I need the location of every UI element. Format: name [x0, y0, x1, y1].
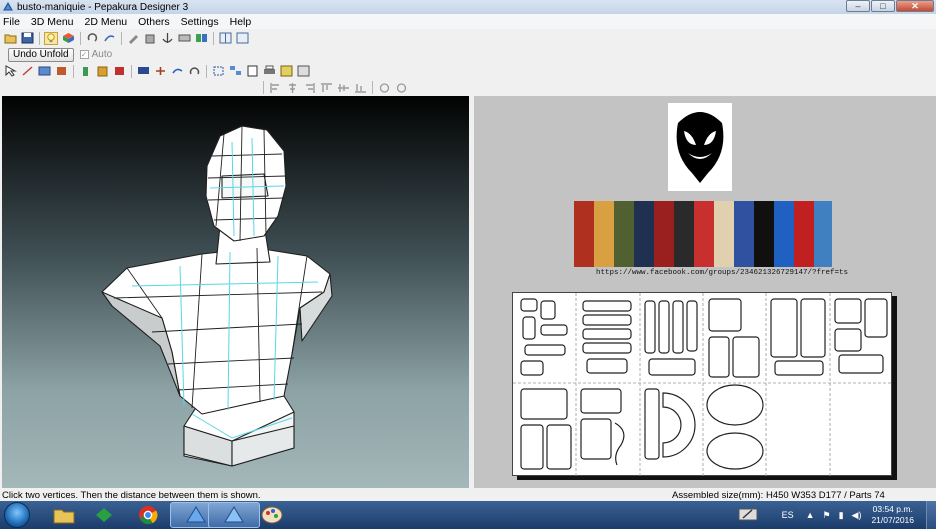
tray-expand-icon[interactable]: ▲: [806, 510, 815, 520]
language-indicator[interactable]: ES: [782, 510, 794, 520]
rotate-right-icon[interactable]: [394, 81, 408, 94]
bottle-icon[interactable]: [78, 65, 92, 78]
auto-checkbox[interactable]: ✓ Auto: [79, 49, 113, 60]
close-button[interactable]: ✕: [896, 0, 934, 12]
pdf-icon[interactable]: [296, 65, 310, 78]
bust-mesh[interactable]: [2, 96, 469, 488]
print-icon[interactable]: [262, 65, 276, 78]
align-top-icon[interactable]: [319, 81, 333, 94]
status-hint: Click two vertices. Then the distance be…: [2, 489, 261, 501]
start-button[interactable]: [4, 502, 30, 528]
layout-icon[interactable]: [279, 65, 293, 78]
book-icon[interactable]: [95, 65, 109, 78]
open-icon[interactable]: [3, 32, 17, 45]
flag-tray-icon[interactable]: ⚑: [823, 510, 831, 521]
pen-tray-icon[interactable]: [738, 506, 758, 524]
rotate-icon[interactable]: [85, 32, 99, 45]
maximize-button[interactable]: □: [871, 0, 895, 12]
menu-file[interactable]: File: [3, 16, 20, 28]
page-icon[interactable]: [245, 65, 259, 78]
clock-time: 03:54 p.m.: [872, 504, 913, 514]
assembled-size: Assembled size(mm): H450 W353 D177 / Par…: [672, 489, 885, 501]
venom-logo-image: [668, 103, 732, 191]
paint-icon[interactable]: [54, 65, 68, 78]
system-tray: ES ▲ ⚑ ▮ ◀) 03:54 p.m. 21/07/2016: [738, 501, 936, 529]
arrange-icon[interactable]: [228, 65, 242, 78]
undo-unfold-button[interactable]: Undo Unfold: [8, 47, 74, 62]
checkmark-icon: ✓: [79, 50, 89, 59]
volume-tray-icon[interactable]: ◀): [852, 510, 862, 521]
align-left-icon[interactable]: [268, 81, 282, 94]
2d-view[interactable]: https://www.facebook.com/groups/23462132…: [474, 96, 936, 488]
minimize-button[interactable]: –: [846, 0, 870, 12]
pepakura-app-icon: [3, 1, 13, 12]
save-icon[interactable]: [20, 32, 34, 45]
paper-sheet[interactable]: [512, 292, 893, 477]
cosplay-banner-image: [574, 201, 832, 267]
split-view-icon[interactable]: [218, 32, 232, 45]
title-bar: busto-maniquie - Pepakura Designer 3 – □…: [0, 0, 936, 14]
menu-3d[interactable]: 3D Menu: [31, 16, 74, 28]
monitor-icon[interactable]: [136, 65, 150, 78]
main-toolbar: [0, 30, 936, 46]
clock-date: 21/07/2016: [871, 515, 914, 525]
status-bar: Click two vertices. Then the distance be…: [0, 489, 936, 501]
image-icon[interactable]: [37, 65, 51, 78]
select-icon[interactable]: [3, 65, 17, 78]
single-view-icon[interactable]: [235, 32, 249, 45]
taskbar: ES ▲ ⚑ ▮ ◀) 03:54 p.m. 21/07/2016: [0, 501, 936, 529]
ruler-icon[interactable]: [177, 32, 191, 45]
rotate-2d-icon[interactable]: [187, 65, 201, 78]
edit-toolbar: [0, 63, 936, 79]
pen-icon[interactable]: [126, 32, 140, 45]
flag-icon[interactable]: [112, 65, 126, 78]
lightbulb-icon[interactable]: [44, 31, 58, 45]
bucket-icon[interactable]: [143, 32, 157, 45]
redo-icon[interactable]: [170, 65, 184, 78]
texture-icon[interactable]: [61, 32, 75, 45]
clock[interactable]: 03:54 p.m. 21/07/2016: [871, 504, 914, 526]
unfold-icon[interactable]: [102, 32, 116, 45]
unfold-toolbar: Undo Unfold ✓ Auto: [0, 46, 936, 63]
join-icon[interactable]: [194, 32, 208, 45]
menu-settings[interactable]: Settings: [181, 16, 219, 28]
align-center-icon[interactable]: [285, 81, 299, 94]
menu-help[interactable]: Help: [230, 16, 252, 28]
edge-tool-icon[interactable]: [20, 65, 34, 78]
facebook-url-text: https://www.facebook.com/groups/23462132…: [596, 269, 849, 277]
window-title: busto-maniquie - Pepakura Designer 3: [17, 1, 189, 13]
menu-bar: File 3D Menu 2D Menu Others Settings Hel…: [0, 14, 936, 29]
align-bottom-icon[interactable]: [353, 81, 367, 94]
network-tray-icon[interactable]: ▮: [839, 510, 844, 521]
show-desktop-button[interactable]: [926, 501, 936, 529]
chrome-taskbar-icon[interactable]: [122, 502, 174, 528]
align-middle-icon[interactable]: [336, 81, 350, 94]
align-right-icon[interactable]: [302, 81, 316, 94]
auto-label: Auto: [91, 49, 113, 60]
rotate-left-icon[interactable]: [377, 81, 391, 94]
fit-icon[interactable]: [211, 65, 225, 78]
menu-2d[interactable]: 2D Menu: [85, 16, 128, 28]
anchor-icon[interactable]: [160, 32, 174, 45]
paint-taskbar-icon[interactable]: [246, 502, 298, 528]
menu-others[interactable]: Others: [138, 16, 170, 28]
move-icon[interactable]: [153, 65, 167, 78]
align-toolbar: [0, 80, 936, 95]
3d-view[interactable]: [2, 96, 469, 488]
